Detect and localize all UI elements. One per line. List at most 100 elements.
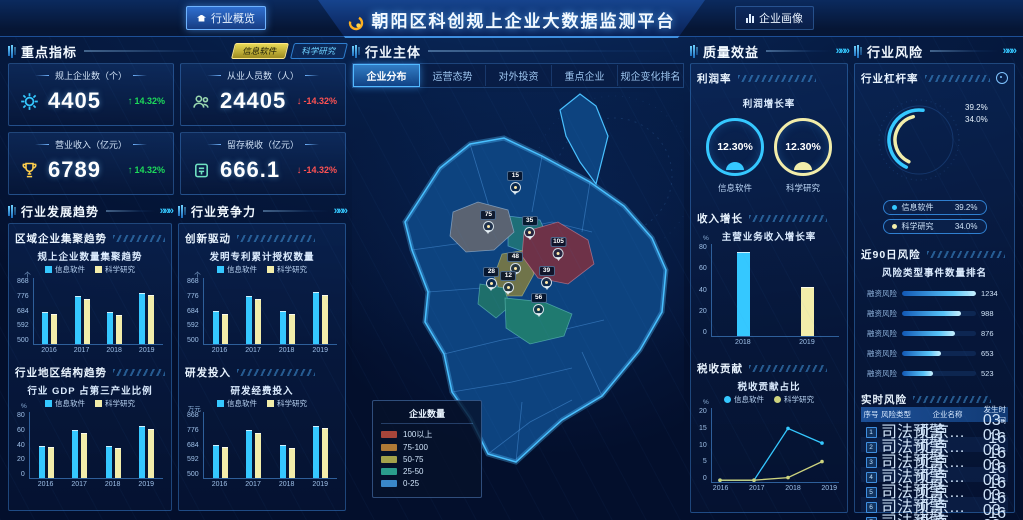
section-icon	[8, 205, 16, 218]
kpi-delta: ↓-14.32%	[296, 165, 337, 176]
kpi-label: 营业收入（亿元）	[17, 137, 165, 151]
subsection-title: 创新驱动	[185, 231, 231, 246]
kpi-label: 规上企业数（个）	[17, 68, 165, 82]
expand-icon[interactable]	[160, 205, 172, 217]
section-icon	[8, 45, 16, 58]
bar-chart-icon	[746, 13, 754, 23]
divider	[428, 50, 684, 52]
top-bar: 行业概览 朝阳区科创规上企业大数据监测平台 企业画像	[0, 0, 1023, 37]
bar	[213, 311, 219, 344]
tab-对外投资[interactable]: 对外投资	[486, 65, 552, 86]
map-marker[interactable]: 15	[507, 171, 523, 193]
risk-bar-row: 融资风险 1234	[863, 288, 1006, 299]
hatch-decoration	[913, 396, 991, 403]
tab-规企变化排名[interactable]: 规企变化排名	[618, 65, 683, 86]
map-legend: 企业数量 100以上75-10050-7525-500-25	[372, 400, 482, 498]
nav-enterprise-profile-label: 企业画像	[759, 10, 803, 26]
rnd-invest-chart: 研发经费投入信息软件科学研究万元868776684592500 20162017…	[185, 383, 339, 488]
bar	[289, 314, 295, 344]
bar	[139, 426, 145, 478]
info-icon[interactable]	[996, 72, 1008, 84]
bar	[148, 429, 154, 478]
filter-信息软件[interactable]: 信息软件	[231, 43, 289, 59]
hatch-decoration	[237, 235, 315, 242]
hatch-decoration	[925, 75, 991, 82]
bar	[75, 296, 81, 344]
gauge-value: 12.30%	[785, 141, 821, 153]
hatch-decoration	[738, 75, 816, 82]
map-legend-item: 0-25	[381, 479, 473, 488]
hatch-decoration	[237, 369, 315, 376]
kpi-value: 666.1	[220, 157, 289, 183]
bar	[48, 447, 54, 478]
marker-value: 48	[507, 252, 523, 262]
kpi-delta: ↑14.32%	[127, 96, 165, 107]
map-marker[interactable]: 75	[480, 210, 496, 232]
map-marker[interactable]: 56	[531, 293, 547, 315]
tab-企业分布[interactable]: 企业分布	[353, 64, 420, 87]
quality-title: 质量效益	[703, 42, 759, 61]
bar	[313, 292, 319, 344]
gauge-label: 信息软件	[706, 182, 764, 194]
map-marker[interactable]: 28	[483, 267, 499, 289]
expand-icon[interactable]	[1003, 45, 1015, 57]
map-marker[interactable]: 39	[539, 266, 555, 288]
hatch-decoration	[749, 215, 827, 222]
patent-chart: 发明专利累计授权数量信息软件科学研究个868776684592500 20162…	[185, 249, 339, 354]
leverage-values: 39.2% 34.0%	[965, 102, 988, 126]
kpi-cards: 规上企业数（个） 4405 ↑14.32% 从业人员数（人） 24405 ↓-1…	[8, 63, 346, 195]
expand-icon[interactable]	[836, 45, 848, 57]
tab-运营态势[interactable]: 运营态势	[420, 65, 486, 86]
risk-bar-row: 融资风险 653	[863, 348, 1006, 359]
kpi-value: 6789	[48, 157, 120, 183]
kpi-label: 留存税收（亿元）	[189, 137, 337, 151]
district-map: 15 75 35 105 48 39 28 12 56 企业数量 100以上75…	[352, 92, 684, 514]
pin-icon	[533, 304, 544, 315]
marker-value: 75	[480, 210, 496, 220]
page-title: 朝阳区科创规上企业大数据监测平台	[0, 7, 1023, 36]
risk-rank-title: 风险类型事件数量排名	[861, 265, 1008, 279]
map-marker[interactable]: 35	[522, 216, 538, 238]
leverage-legend-item: 信息软件39.2%	[883, 200, 987, 215]
section-icon	[352, 45, 360, 58]
industry-entities-title: 行业主体	[365, 42, 421, 61]
map-marker[interactable]: 12	[500, 271, 516, 293]
bar	[313, 426, 319, 478]
marker-value: 12	[500, 271, 516, 281]
pin-icon	[553, 248, 564, 259]
bar	[116, 315, 122, 344]
marker-value: 56	[531, 293, 547, 303]
dev-trend-title: 行业发展趋势	[21, 203, 99, 220]
kpi-delta: ↓-14.32%	[296, 96, 337, 107]
tab-重点企业[interactable]: 重点企业	[552, 65, 618, 86]
profit-gauge: 12.30% 信息软件	[706, 118, 764, 194]
leverage-gauge: 39.2% 34.0%	[861, 88, 1008, 196]
page-title-text: 朝阳区科创规上企业大数据监测平台	[372, 12, 676, 31]
gauge-value: 12.30%	[717, 141, 753, 153]
divider	[930, 50, 998, 52]
risk-rank-bars: 融资风险 1234 融资风险 988 融资风险 876 融资风险 653 融资风…	[861, 288, 1008, 379]
nav-enterprise-profile[interactable]: 企业画像	[735, 6, 814, 30]
filter-科学研究[interactable]: 科学研究	[290, 43, 348, 59]
income-growth-chart: 主营业务收入增长率%806040200 20182019	[697, 229, 841, 346]
leverage-legend: 信息软件39.2% 科学研究34.0%	[883, 200, 987, 234]
profit-chart-title: 利润增长率	[697, 96, 841, 110]
industry-competitiveness-panel: 行业竞争力 创新驱动 发明专利累计授权数量信息软件科学研究个8687766845…	[178, 202, 346, 511]
map-legend-item: 50-75	[381, 455, 473, 464]
marker-value: 28	[483, 267, 499, 277]
subsection-title: 研发投入	[185, 365, 231, 380]
pin-icon	[510, 182, 521, 193]
expand-icon[interactable]	[334, 205, 346, 217]
key-indicators-panel: 重点指标 信息软件科学研究 规上企业数（个） 4405 ↑14.32% 从业人员…	[8, 42, 346, 195]
hatch-decoration	[749, 365, 827, 372]
subsection-title: 区域企业集聚趋势	[15, 231, 107, 246]
pin-icon	[486, 278, 497, 289]
kpi-delta: ↑14.32%	[127, 165, 165, 176]
industry-dev-trend-panel: 行业发展趋势 区域企业集聚趋势 规上企业数量集聚趋势信息软件科学研究个86877…	[8, 202, 172, 511]
bar	[801, 287, 814, 336]
map-legend-item: 100以上	[381, 429, 473, 440]
map-marker[interactable]: 105	[550, 237, 567, 259]
divider	[106, 210, 155, 212]
bar	[81, 433, 87, 478]
bar	[255, 299, 261, 344]
